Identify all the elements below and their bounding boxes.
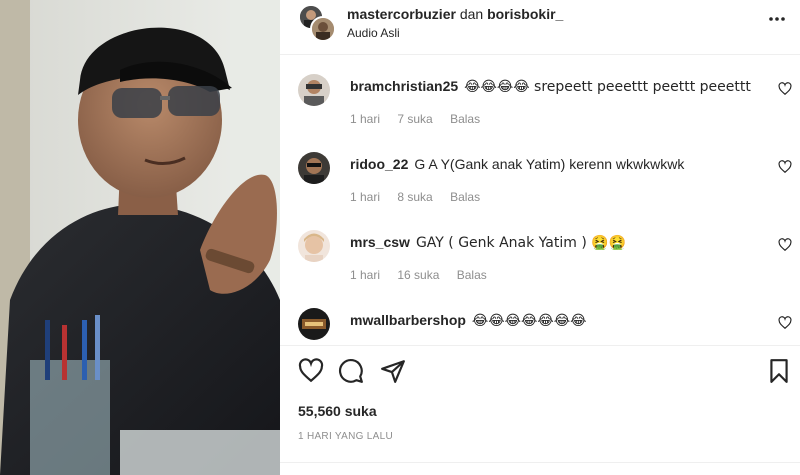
comment-username[interactable]: ridoo_22 [350,156,408,172]
post-timestamp[interactable]: 1 HARI YANG LALU [298,431,393,442]
comment-meta: 1 hari 16 suka Balas [350,268,501,282]
comment-text-line: mwallbarbershop 😂😂😂😂😂😂😂 [350,312,586,329]
post-like-count[interactable]: 55,560 suka [298,403,377,419]
comment-meta: 1 hari 8 suka Balas [350,190,494,204]
comment-icon[interactable] [338,358,364,384]
comment-likes[interactable]: 7 suka [397,112,432,126]
avatar[interactable] [298,308,330,340]
author-username-1[interactable]: mastercorbuzier [347,6,456,22]
avatar[interactable] [298,230,330,262]
share-icon[interactable] [380,358,406,384]
comment-time[interactable]: 1 hari [350,268,380,282]
comment-username[interactable]: mrs_csw [350,234,410,250]
comment-item: mrs_csw GAY ( Genk Anak Yatim ) 🤮🤮 1 hari… [280,226,800,304]
comment-body: G A Y(Gank anak Yatim) kerenn wkwkwkwk [414,156,685,172]
more-options-icon[interactable] [768,10,786,28]
video-frame-image [0,0,280,475]
post-sidebar: mastercorbuzier dan borisbokir_ Audio As… [280,0,800,475]
heart-icon[interactable] [778,238,792,252]
divider [280,345,800,346]
comment-item: mwallbarbershop 😂😂😂😂😂😂😂 [280,304,800,344]
reply-button[interactable]: Balas [450,112,480,126]
comment-time[interactable]: 1 hari [350,190,380,204]
comment-body: 😂😂😂😂😂😂😂 [471,313,587,329]
heart-icon[interactable] [778,316,792,330]
reply-button[interactable]: Balas [457,268,487,282]
comment-likes[interactable]: 8 suka [397,190,432,204]
post-media[interactable] [0,0,280,475]
post-action-bar [280,356,800,390]
comment-text-line: bramchristian25 😂😂😂😂 srepeett peeettt pee… [350,78,751,95]
comment-likes[interactable]: 16 suka [397,268,439,282]
comment-body: 😂😂😂😂 srepeett peeettt peettt peeettt [464,79,751,95]
post-header: mastercorbuzier dan borisbokir_ Audio As… [280,0,800,54]
author-joiner: dan [459,6,484,22]
author-avatars[interactable] [298,4,338,44]
comment-text-line: ridoo_22 G A Y(Gank anak Yatim) kerenn wk… [350,156,684,172]
bookmark-icon[interactable] [766,358,792,384]
comment-text-line: mrs_csw GAY ( Genk Anak Yatim ) 🤮🤮 [350,234,626,251]
avatar[interactable] [310,16,336,42]
avatar[interactable] [298,152,330,184]
comment-username[interactable]: mwallbarbershop [350,312,466,328]
reply-button[interactable]: Balas [450,190,480,204]
comment-username[interactable]: bramchristian25 [350,78,458,94]
comment-meta: 1 hari 7 suka Balas [350,112,494,126]
comment-time[interactable]: 1 hari [350,112,380,126]
heart-icon[interactable] [298,358,324,384]
audio-label[interactable]: Audio Asli [347,26,400,40]
comment-item: ridoo_22 G A Y(Gank anak Yatim) kerenn wk… [280,148,800,226]
avatar[interactable] [298,74,330,106]
heart-icon[interactable] [778,82,792,96]
divider [280,462,800,463]
post-authors: mastercorbuzier dan borisbokir_ [347,6,563,22]
divider [280,54,800,55]
heart-icon[interactable] [778,160,792,174]
comment-body: GAY ( Genk Anak Yatim ) 🤮🤮 [415,235,627,251]
comment-item: bramchristian25 😂😂😂😂 srepeett peeettt pee… [280,70,800,148]
author-username-2[interactable]: borisbokir_ [487,6,563,22]
